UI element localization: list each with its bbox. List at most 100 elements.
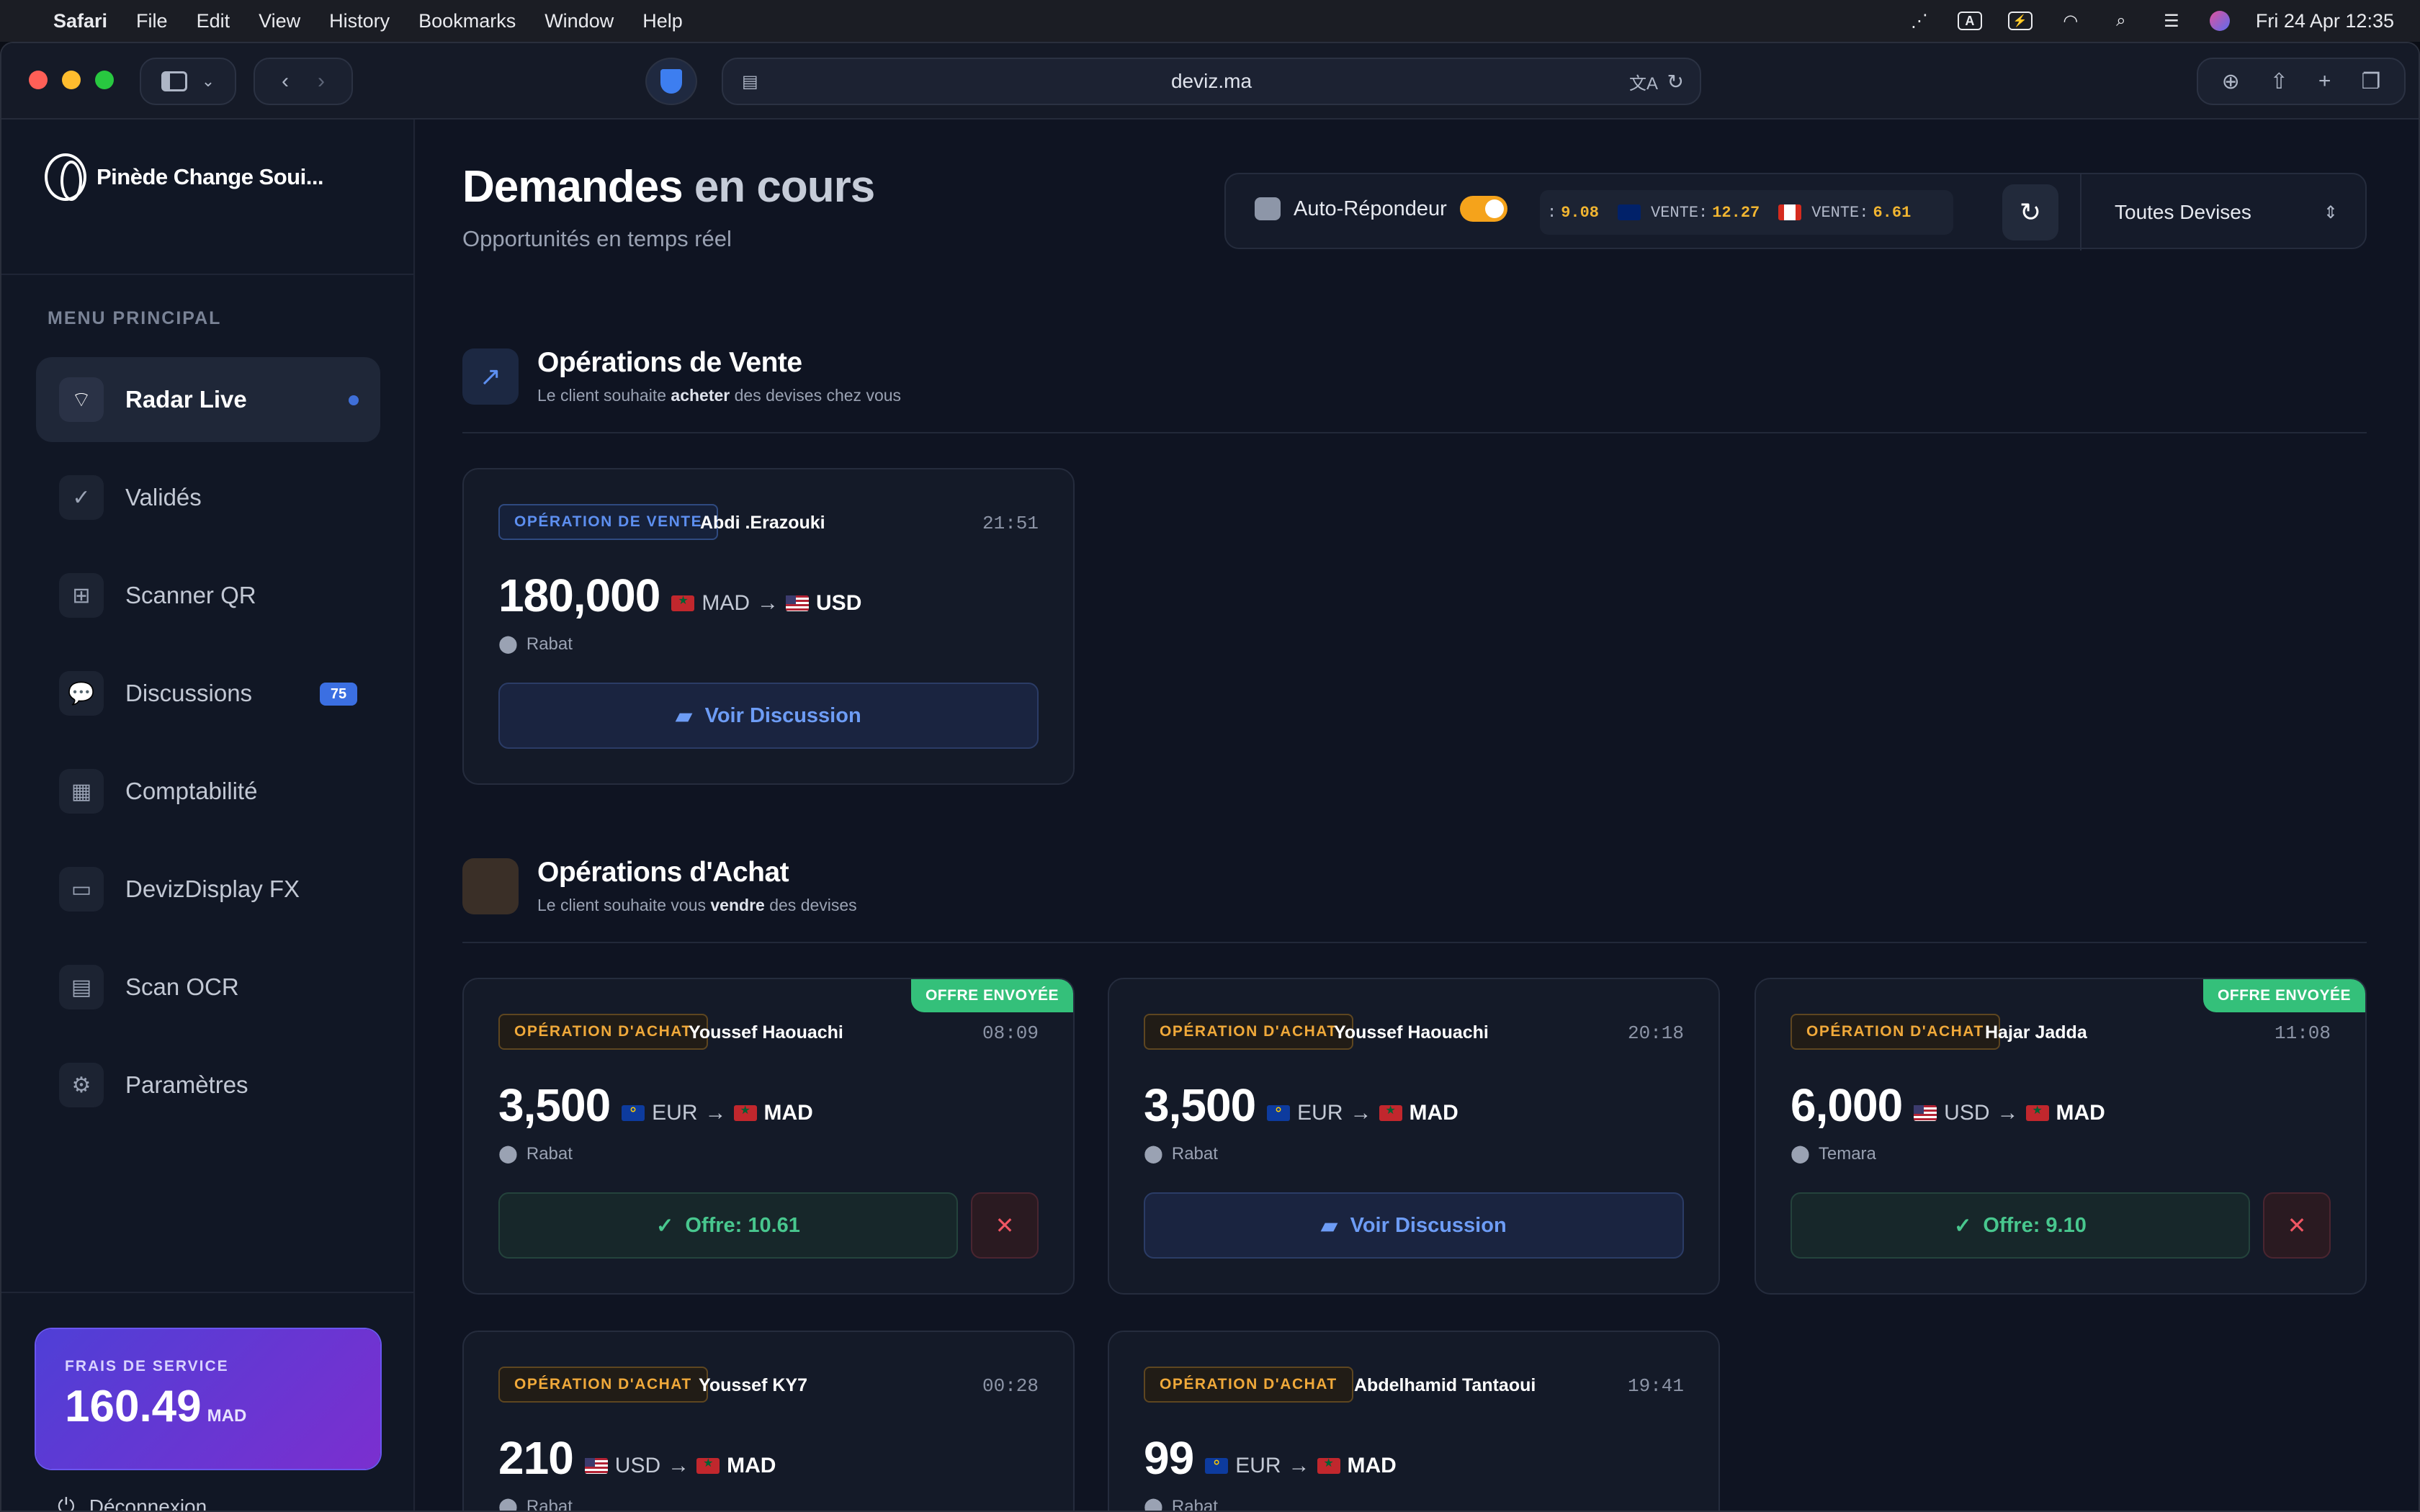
usa-flag-icon bbox=[786, 595, 810, 611]
canada-flag-icon bbox=[1778, 204, 1802, 220]
sidebar-item-comptabilite[interactable]: ▦ Comptabilité bbox=[36, 749, 380, 834]
menu-edit[interactable]: Edit bbox=[197, 10, 230, 32]
section-divider bbox=[462, 942, 2367, 943]
wifi-icon[interactable]: ◠ bbox=[2058, 12, 2083, 31]
zoom-window-button[interactable] bbox=[95, 71, 114, 89]
operation-type-tag: OPÉRATION D'ACHAT bbox=[498, 1014, 708, 1050]
minimize-window-button[interactable] bbox=[62, 71, 81, 89]
eu-flag-icon bbox=[1205, 1453, 1229, 1474]
chat-bubble-icon: ▰ bbox=[676, 704, 692, 728]
battery-icon[interactable]: ⚡ bbox=[2007, 12, 2033, 30]
sidebar-item-scanner-qr[interactable]: ⊞ Scanner QR bbox=[36, 553, 380, 638]
chevron-updown-icon: ⇕ bbox=[2323, 202, 2338, 222]
request-time: 20:18 bbox=[1627, 1022, 1684, 1044]
decline-button[interactable]: ✕ bbox=[2263, 1192, 2331, 1259]
input-source-icon[interactable]: A bbox=[1957, 12, 1982, 30]
sidebar-item-discussions[interactable]: 💬 Discussions 75 bbox=[36, 651, 380, 736]
view-discussion-button[interactable]: ▰ Voir Discussion bbox=[498, 683, 1039, 749]
sidebar-item-scan-ocr[interactable]: ▤ Scan OCR bbox=[36, 945, 380, 1030]
refresh-icon: ↻ bbox=[2019, 197, 2042, 227]
spotlight-search-icon[interactable]: ⌕ bbox=[2109, 11, 2133, 30]
request-time: 19:41 bbox=[1627, 1375, 1684, 1397]
offer-sent-badge: OFFRE ENVOYÉE bbox=[910, 979, 1073, 1012]
stage-manager-icon[interactable]: ⋰ bbox=[1907, 12, 1932, 31]
menu-help[interactable]: Help bbox=[642, 10, 683, 32]
sidebar-item-valides[interactable]: ✓ Validés bbox=[36, 455, 380, 540]
subtitle-emphasis: vendre bbox=[710, 896, 765, 914]
auto-responder-toggle[interactable] bbox=[1459, 196, 1507, 222]
ticker-value: 6.61 bbox=[1873, 203, 1912, 222]
app-sidebar: Pinède Change Soui... MENU PRINCIPAL ⌔ R… bbox=[1, 120, 415, 1512]
operation-type-tag: OPÉRATION D'ACHAT bbox=[1791, 1014, 2000, 1050]
browser-window: ⌄ ‹ › ▤ deviz.ma 文A ↻ ⊕ ⇧ + ❐ Pinède Cha… bbox=[0, 42, 2420, 1512]
currency-filter-value: Toutes Devises bbox=[2115, 201, 2251, 223]
from-currency: EUR bbox=[652, 1101, 698, 1125]
reload-icon[interactable]: ↻ bbox=[1667, 70, 1684, 94]
page-title-main: Demandes bbox=[462, 162, 684, 212]
sidebar-item-label: Paramètres bbox=[125, 1071, 248, 1098]
tab-overview-icon[interactable]: ❐ bbox=[2361, 69, 2380, 94]
currency-pair: EUR → MAD bbox=[622, 1100, 813, 1125]
control-center-icon[interactable]: ☰ bbox=[2159, 12, 2184, 31]
share-icon[interactable]: ⇧ bbox=[2270, 69, 2288, 94]
new-tab-icon[interactable]: + bbox=[2318, 69, 2331, 94]
logout-button[interactable]: ⏻ Déconnexion bbox=[58, 1495, 207, 1512]
currency-pair: USD → MAD bbox=[1914, 1101, 2105, 1125]
location-pin-icon: ⬤ bbox=[1791, 1144, 1810, 1164]
shield-icon bbox=[660, 69, 682, 94]
monitor-icon: ▭ bbox=[59, 867, 104, 912]
from-currency: USD bbox=[1944, 1101, 1990, 1125]
sidebar-item-radar-live[interactable]: ⌔ Radar Live bbox=[36, 357, 380, 442]
siri-icon[interactable] bbox=[2209, 11, 2230, 31]
menu-history[interactable]: History bbox=[329, 10, 390, 32]
offer-button[interactable]: ✓ Offre: 9.10 bbox=[1791, 1192, 2250, 1259]
address-bar[interactable]: ▤ deviz.ma 文A ↻ bbox=[722, 58, 1701, 105]
sidebar-divider bbox=[1, 1292, 415, 1293]
purchases-section-icon bbox=[462, 858, 519, 914]
sales-section-subtitle: Le client souhaite acheter des devises c… bbox=[537, 386, 901, 405]
radar-icon: ⌔ bbox=[59, 377, 104, 422]
brand[interactable]: Pinède Change Soui... bbox=[45, 148, 324, 206]
close-window-button[interactable] bbox=[29, 71, 48, 89]
fees-value: 160.49 bbox=[65, 1382, 202, 1431]
forward-button[interactable]: › bbox=[318, 69, 325, 94]
sidebar-toggle-button[interactable]: ⌄ bbox=[140, 58, 236, 105]
menu-window[interactable]: Window bbox=[544, 10, 614, 32]
downloads-icon[interactable]: ⊕ bbox=[2222, 69, 2240, 94]
currency-filter-select[interactable]: Toutes Devises ⇕ bbox=[2080, 174, 2354, 251]
purchase-request-card: OPÉRATION D'ACHAT Abdelhamid Tantaoui 19… bbox=[1108, 1331, 1720, 1511]
ticker-label: VENTE: bbox=[1651, 203, 1708, 222]
auto-responder-label: Auto-Répondeur bbox=[1294, 197, 1447, 220]
brand-name: Pinède Change Soui... bbox=[97, 164, 324, 189]
button-label: Voir Discussion bbox=[1350, 1213, 1507, 1237]
back-button[interactable]: ‹ bbox=[282, 69, 289, 94]
logout-label: Déconnexion bbox=[89, 1495, 207, 1512]
sidebar-item-devizdisplay-fx[interactable]: ▭ DevizDisplay FX bbox=[36, 847, 380, 932]
morocco-flag-icon bbox=[733, 1103, 757, 1121]
request-time: 00:28 bbox=[982, 1375, 1039, 1397]
request-time: 11:08 bbox=[2274, 1022, 2331, 1044]
arrow-icon: → bbox=[1288, 1454, 1310, 1477]
amount-value: 3,500 bbox=[498, 1079, 611, 1131]
decline-button[interactable]: ✕ bbox=[971, 1192, 1039, 1259]
morocco-flag-icon bbox=[2025, 1103, 2049, 1121]
refresh-button[interactable]: ↻ bbox=[2002, 184, 2058, 240]
client-name: Youssef Haouachi bbox=[689, 1022, 843, 1043]
qr-icon: ⊞ bbox=[59, 573, 104, 618]
menu-app-name[interactable]: Safari bbox=[53, 10, 107, 32]
menu-clock[interactable]: Fri 24 Apr 12:35 bbox=[2256, 10, 2394, 32]
page-menu-icon[interactable]: ▤ bbox=[742, 71, 758, 92]
offer-button[interactable]: ✓ Offre: 10.61 bbox=[498, 1192, 958, 1259]
url-text: deviz.ma bbox=[1170, 70, 1252, 92]
view-discussion-button[interactable]: ▰ Voir Discussion bbox=[1144, 1192, 1684, 1259]
menu-bookmarks[interactable]: Bookmarks bbox=[418, 10, 516, 32]
privacy-shield-button[interactable] bbox=[645, 58, 697, 105]
menu-file[interactable]: File bbox=[136, 10, 168, 32]
menu-view[interactable]: View bbox=[259, 10, 300, 32]
sidebar-item-label: Validés bbox=[125, 484, 202, 510]
fees-unit: MAD bbox=[207, 1406, 247, 1426]
translate-icon[interactable]: 文A bbox=[1629, 69, 1658, 94]
purchase-request-card: OFFRE ENVOYÉE OPÉRATION D'ACHAT Hajar Ja… bbox=[1754, 978, 2367, 1295]
sidebar-item-parametres[interactable]: ⚙ Paramètres bbox=[36, 1043, 380, 1128]
client-name: Abdi .Erazouki bbox=[700, 513, 825, 533]
